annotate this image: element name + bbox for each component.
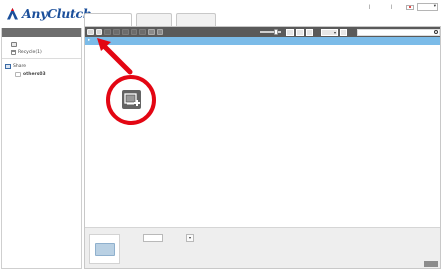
breadcrumb: ▸ [85,37,440,45]
sort-order-icon[interactable] [339,28,347,36]
sidebar-item-label: Recycle(1) [18,49,42,55]
sidebar-favorites-section: Recycle(1) [2,37,81,59]
logo-text: AnyClutch [22,6,92,21]
grid-view-icon[interactable] [286,28,294,36]
list-view-icon[interactable] [295,28,304,36]
logo: AnyClutch [6,5,92,25]
flag-icon [406,4,414,10]
detail-name [125,236,134,241]
sidebar-item-label: others03 [23,71,46,77]
file-area[interactable] [85,45,440,223]
paste-icon[interactable] [139,29,147,35]
detail-type-select[interactable] [143,234,163,242]
server-icon [5,63,11,69]
logo-mark-icon [7,8,18,20]
new-folder-icon[interactable] [95,29,103,35]
status-badge [423,261,438,267]
search-placeholder [360,30,376,35]
language-select[interactable] [417,3,438,11]
toolbar [85,27,440,37]
zoom-slider-knob[interactable] [274,29,279,35]
app-header: AnyClutch | | [0,0,442,27]
sidebar-item-favorites[interactable] [5,40,81,48]
delete-icon[interactable] [148,29,155,35]
detail-meta-left [125,246,141,251]
sidebar-item-server[interactable]: Share [5,62,81,70]
trash-icon [11,49,16,55]
sidebar-item-recycle[interactable]: Recycle(1) [5,48,81,56]
search-input[interactable] [356,28,440,36]
zoom-slider[interactable] [260,29,282,35]
breadcrumb-right-link[interactable] [419,37,437,45]
chevron-down-icon[interactable]: ▾ [186,234,194,242]
search-icon[interactable] [433,29,438,34]
folder-icon [15,71,21,77]
cut-icon[interactable] [121,29,129,35]
copy-icon[interactable] [130,29,138,35]
upload-icon[interactable] [104,29,112,35]
sidebar-tree-section: Share others03 [2,59,81,80]
properties-icon[interactable] [156,29,164,35]
sidebar: Recycle(1) Share others03 [1,28,82,269]
details-panel: ▾ [85,227,440,268]
download-icon[interactable] [113,29,120,35]
sidebar-header [2,28,81,37]
main-panel: ▸ ▾ [84,26,441,269]
sidebar-item-label [19,42,30,47]
favorites-icon [11,41,17,47]
new-folder-callout-icon [122,90,141,109]
sidebar-item-label: Share [13,63,26,69]
detail-view-icon[interactable] [305,28,314,36]
folder-preview-icon [95,243,115,256]
new-folder-glyph-icon [124,93,140,106]
sort-select[interactable] [321,28,338,36]
user-links[interactable]: | | [343,5,403,10]
sidebar-item-folder[interactable]: others03 [5,70,81,78]
detail-meta-right [200,246,225,251]
tab-settings[interactable] [176,13,216,26]
tab-file-list[interactable] [84,13,132,26]
callout-circle [106,75,156,125]
preview-thumbnail [89,234,120,264]
refresh-icon[interactable] [87,29,94,35]
top-user-bar: | | [343,2,438,12]
tab-management[interactable] [136,13,172,26]
breadcrumb-path[interactable]: ▸ [88,38,101,43]
